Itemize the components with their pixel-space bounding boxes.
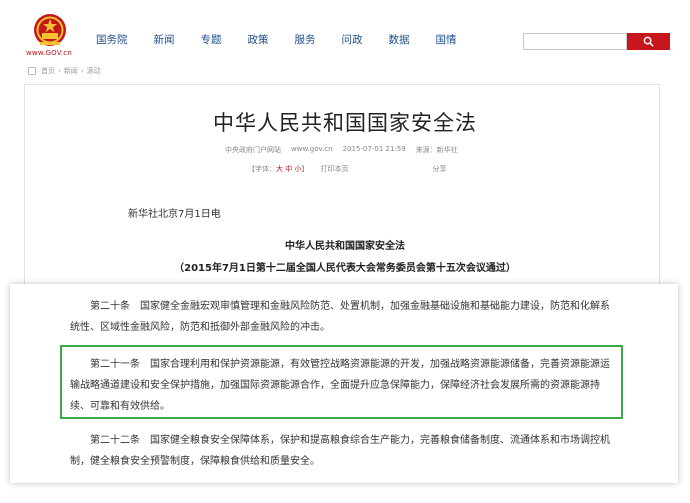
dateline: 新华社北京7月1日电 <box>128 209 221 220</box>
article-title: 中华人民共和国国家安全法 <box>213 111 477 135</box>
source-site: 中央政府门户网站 <box>225 146 281 154</box>
law-title: 中华人民共和国国家安全法 <box>285 241 405 252</box>
breadcrumb-home[interactable]: 首页 <box>41 66 55 76</box>
nav-item-national-info[interactable]: 国情 <box>436 33 457 47</box>
logo-text: www.GOV.cn <box>26 49 72 57</box>
breadcrumb-separator: › <box>80 67 84 75</box>
font-size-medium[interactable]: 中 <box>285 165 292 173</box>
breadcrumb-separator: › <box>58 67 61 75</box>
breadcrumb-rolling[interactable]: 滚动 <box>87 66 101 76</box>
article-tools: 【字体：大 中 小】 打印本页 分享 <box>248 164 446 174</box>
nav-item-inquiry[interactable]: 问政 <box>342 33 363 47</box>
site-url: www.gov.cn <box>291 145 333 153</box>
breadcrumb: 首页 › 新闻 › 滚动 <box>28 66 101 76</box>
nav-item-news[interactable]: 新闻 <box>154 33 175 47</box>
nav-item-policy[interactable]: 政策 <box>248 33 269 47</box>
search-input[interactable] <box>523 33 627 50</box>
search-icon <box>643 36 654 47</box>
publish-datetime: 2015-07-01 21:59 <box>342 145 406 153</box>
footer-fragment <box>260 493 410 503</box>
highlight-box <box>60 345 623 419</box>
search-button[interactable] <box>627 33 670 50</box>
law-subtitle: （2015年7月1日第十二届全国人民代表大会常务委员会第十五次会议通过） <box>174 263 516 274</box>
share-link[interactable]: 分享 <box>432 164 446 174</box>
article-meta: 中央政府门户网站 www.gov.cn 2015-07-01 21:59 来源：… <box>225 145 458 155</box>
nav-item-guowuyuan[interactable]: 国务院 <box>96 33 128 47</box>
nav-item-services[interactable]: 服务 <box>295 33 316 47</box>
nav-item-topics[interactable]: 专题 <box>201 33 222 47</box>
article-source: 来源：新华社 <box>415 146 458 154</box>
font-size-switcher: 【字体：大 中 小】 <box>248 165 309 173</box>
nav-item-data[interactable]: 数据 <box>389 33 410 47</box>
article-22: 第二十二条 国家健全粮食安全保障体系，保护和提高粮食综合生产能力，完善粮食储备制… <box>70 435 610 467</box>
home-icon <box>28 67 36 75</box>
article-20: 第二十条 国家健全金融宏观审慎管理和金融风险防范、处置机制，加强金融基础设施和基… <box>70 301 610 333</box>
main-nav: 国务院 新闻 专题 政策 服务 问政 数据 国情 <box>96 33 483 47</box>
breadcrumb-news[interactable]: 新闻 <box>64 66 78 76</box>
print-link[interactable]: 打印本页 <box>320 164 348 174</box>
site-header: www.GOV.cn 国务院 新闻 专题 政策 服务 问政 数据 国情 <box>0 0 690 62</box>
font-size-large[interactable]: 大 <box>276 165 283 173</box>
